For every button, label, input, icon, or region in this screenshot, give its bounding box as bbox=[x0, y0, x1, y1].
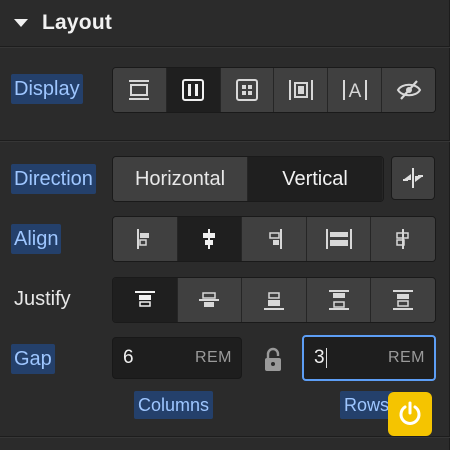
reverse-direction-button[interactable] bbox=[391, 156, 435, 200]
display-none-icon bbox=[396, 80, 421, 100]
justify-space-around-button[interactable] bbox=[371, 278, 435, 322]
section-title: Layout bbox=[42, 11, 113, 34]
reverse-direction-icon bbox=[403, 168, 423, 188]
gap-columns-input[interactable]: 6 REM bbox=[112, 337, 242, 379]
align-stretch-button[interactable] bbox=[306, 217, 372, 261]
lock-icon bbox=[265, 347, 281, 371]
align-start-button[interactable] bbox=[113, 217, 178, 261]
direction-segmented-control: Horizontal Vertical bbox=[112, 156, 384, 202]
layout-panel: Layout Display A Direction Horizontal Ve… bbox=[0, 0, 450, 450]
text-cursor bbox=[325, 347, 327, 368]
gap-columns-value[interactable]: 6 bbox=[123, 347, 195, 369]
gap-label[interactable]: Gap bbox=[11, 344, 55, 374]
direction-horizontal-button[interactable]: Horizontal bbox=[113, 157, 248, 201]
power-button[interactable] bbox=[388, 392, 432, 436]
align-stretch-icon bbox=[325, 229, 352, 249]
gap-lock-button[interactable] bbox=[262, 346, 284, 374]
direction-vertical-button[interactable]: Vertical bbox=[248, 157, 383, 201]
gap-rows-label: Rows bbox=[340, 391, 394, 419]
justify-segmented-control bbox=[112, 277, 436, 323]
display-flex-icon bbox=[182, 79, 205, 101]
display-grid-icon bbox=[236, 79, 259, 101]
justify-end-icon bbox=[263, 292, 284, 310]
direction-label[interactable]: Direction bbox=[11, 164, 96, 194]
divider bbox=[0, 140, 450, 142]
justify-space-between-button[interactable] bbox=[306, 278, 372, 322]
display-inline-block-icon bbox=[288, 80, 313, 100]
align-end-icon bbox=[269, 229, 282, 249]
justify-end-button[interactable] bbox=[242, 278, 307, 322]
justify-start-icon bbox=[134, 291, 155, 307]
svg-text:A: A bbox=[348, 81, 361, 101]
gap-rows-input[interactable]: 3 REM bbox=[302, 335, 436, 381]
display-inline-button[interactable]: A bbox=[328, 68, 383, 112]
justify-center-button[interactable] bbox=[177, 278, 243, 322]
power-icon bbox=[399, 401, 421, 425]
display-grid-button[interactable] bbox=[220, 68, 275, 112]
caret-down-icon[interactable] bbox=[14, 19, 28, 27]
align-baseline-icon bbox=[396, 229, 409, 249]
justify-label[interactable]: Justify bbox=[11, 284, 74, 314]
justify-center-icon bbox=[199, 292, 220, 307]
display-inline-block-button[interactable] bbox=[274, 68, 329, 112]
display-segmented-control: A bbox=[112, 67, 436, 113]
justify-start-button[interactable] bbox=[113, 278, 178, 322]
justify-space-around-icon bbox=[393, 290, 414, 310]
gap-columns-label: Columns bbox=[134, 391, 214, 419]
display-flex-button[interactable] bbox=[166, 68, 221, 112]
display-block-icon bbox=[129, 80, 150, 100]
gap-rows-value[interactable]: 3 bbox=[314, 347, 325, 368]
display-none-button[interactable] bbox=[382, 68, 435, 112]
gap-rows-unit[interactable]: REM bbox=[388, 349, 425, 367]
align-start-icon bbox=[136, 229, 149, 249]
gap-rows-value-wrap[interactable]: 3 bbox=[314, 347, 388, 369]
section-header[interactable]: Layout bbox=[0, 0, 450, 46]
display-inline-icon: A bbox=[342, 80, 367, 101]
align-baseline-button[interactable] bbox=[371, 217, 435, 261]
align-label[interactable]: Align bbox=[11, 224, 62, 254]
justify-space-between-icon bbox=[328, 290, 349, 310]
align-segmented-control bbox=[112, 216, 436, 262]
divider bbox=[0, 46, 450, 48]
align-end-button[interactable] bbox=[242, 217, 307, 261]
display-label[interactable]: Display bbox=[11, 74, 83, 104]
divider bbox=[0, 436, 450, 438]
gap-columns-unit[interactable]: REM bbox=[195, 349, 232, 367]
align-center-button[interactable] bbox=[177, 217, 243, 261]
align-center-icon bbox=[203, 229, 216, 249]
display-block-button[interactable] bbox=[113, 68, 167, 112]
